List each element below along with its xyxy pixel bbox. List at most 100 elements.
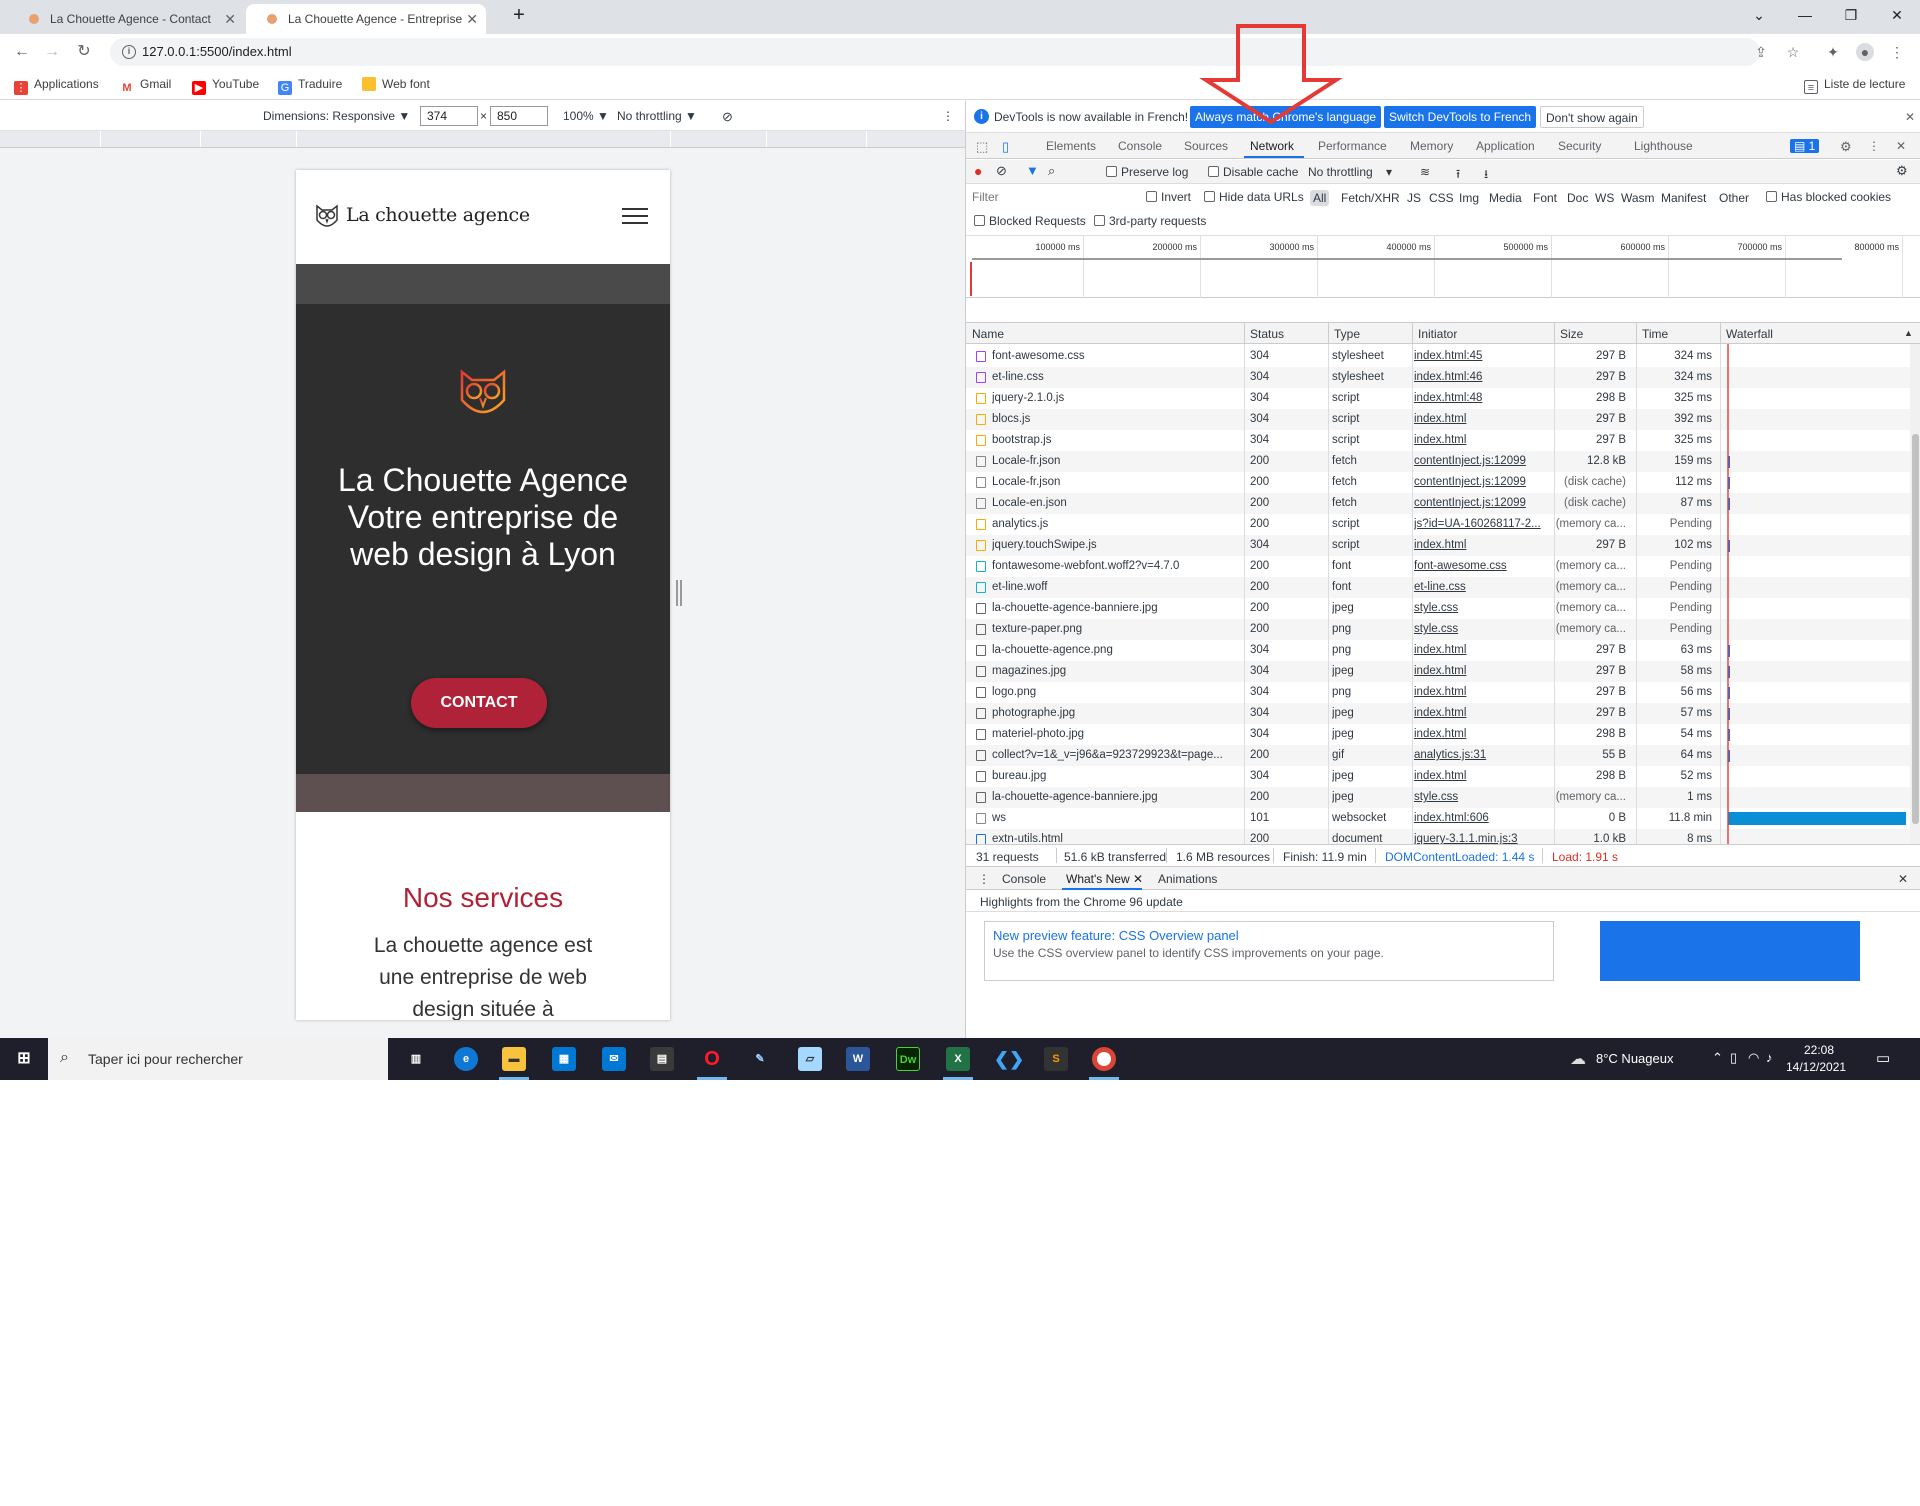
filter-type-fetch-xhr[interactable]: Fetch/XHR (1338, 190, 1403, 206)
dont-show-again-button[interactable]: Don't show again (1540, 106, 1644, 128)
site-info-icon[interactable]: i (122, 45, 136, 59)
devtools-menu-icon[interactable]: ⋮ (1868, 139, 1880, 153)
table-row[interactable]: Locale-fr.json 200 fetch contentInject.js:1… (966, 451, 1910, 472)
hide-data-urls-checkbox[interactable]: Hide data URLs (1204, 190, 1304, 204)
app-icon[interactable]: ✎ (748, 1047, 772, 1071)
mail-icon[interactable]: ✉ (602, 1047, 626, 1071)
always-match-language-button[interactable]: Always match Chrome's language (1190, 106, 1382, 128)
table-row[interactable]: et-line.woff 200 font et-line.css (memory ca… (966, 577, 1910, 598)
table-row[interactable]: jquery.touchSwipe.js 304 script index.html 2… (966, 535, 1910, 556)
column-type[interactable]: Type (1334, 327, 1360, 341)
table-row[interactable]: la-chouette-agence-banniere.jpg 200 jpeg st… (966, 787, 1910, 808)
export-har-icon[interactable]: ⭳ (1484, 165, 1488, 186)
tab-lighthouse[interactable]: Lighthouse (1634, 139, 1693, 153)
bookmark-youtube[interactable]: ▶ YouTube (192, 77, 259, 95)
cell-initiator[interactable]: jquery-3.1.1.min.js:3 (1414, 833, 1548, 844)
filter-type-other[interactable]: Other (1716, 190, 1752, 206)
close-devtools-icon[interactable]: ✕ (1896, 139, 1906, 153)
cell-initiator[interactable]: index.html:45 (1414, 350, 1548, 362)
viewport-resize-handle[interactable] (676, 580, 682, 606)
tab-security[interactable]: Security (1558, 139, 1601, 153)
sublime-text-icon[interactable]: S (1044, 1047, 1068, 1071)
network-throttling-dropdown[interactable]: No throttling ▾ (1308, 165, 1392, 179)
url-text[interactable]: 127.0.0.1:5500/index.html (142, 44, 292, 59)
table-row[interactable]: analytics.js 200 script js?id=UA-160268117-… (966, 514, 1910, 535)
address-bar[interactable]: i 127.0.0.1:5500/index.html (110, 38, 1760, 66)
close-drawer-icon[interactable]: ✕ (1898, 872, 1908, 886)
tab-console[interactable]: Console (1118, 139, 1162, 153)
opera-icon[interactable]: O (700, 1047, 724, 1071)
forward-arrow-icon[interactable]: → (40, 40, 64, 64)
taskbar-search-box[interactable]: ⌕ Taper ici pour rechercher (48, 1038, 388, 1080)
cell-initiator[interactable]: contentInject.js:12099 (1414, 476, 1548, 488)
table-row[interactable]: collect?v=1&_v=j96&a=923729923&t=page...… (966, 745, 1910, 766)
owl-logo-icon[interactable] (312, 200, 342, 232)
bookmark-applications[interactable]: ⋮ Applications (14, 77, 99, 95)
tray-expand-icon[interactable]: ⌃ (1712, 1050, 1723, 1066)
table-row[interactable]: bureau.jpg 304 jpeg index.html 298 B 52 ms (966, 766, 1910, 787)
filter-type-img[interactable]: Img (1456, 190, 1482, 206)
filter-type-doc[interactable]: Doc (1564, 190, 1591, 206)
file-explorer-icon[interactable]: ▬ (502, 1047, 526, 1071)
table-row[interactable]: Locale-fr.json 200 fetch contentInject.js:1… (966, 472, 1910, 493)
back-arrow-icon[interactable]: ← (10, 40, 34, 64)
network-conditions-icon[interactable]: ≋ (1420, 165, 1430, 179)
filter-type-css[interactable]: CSS (1426, 190, 1457, 206)
clock-date[interactable]: 14/12/2021 (1786, 1060, 1846, 1074)
table-row[interactable]: ws 101 websocket index.html:606 0 B 11.8 min (966, 808, 1910, 829)
table-row[interactable]: la-chouette-agence-banniere.jpg 200 jpeg st… (966, 598, 1910, 619)
table-row[interactable]: font-awesome.css 304 stylesheet index.html:… (966, 346, 1910, 367)
wifi-icon[interactable]: ◠ (1748, 1050, 1759, 1066)
contact-button[interactable]: CONTACT (411, 678, 547, 728)
bookmark-star-icon[interactable]: ☆ (1784, 43, 1802, 61)
bookmark-web-font[interactable]: Web font (362, 77, 430, 91)
disable-cache-checkbox[interactable]: Disable cache (1208, 165, 1298, 179)
column-name[interactable]: Name (972, 327, 1004, 341)
tab-performance[interactable]: Performance (1318, 139, 1387, 153)
table-row[interactable]: Locale-en.json 200 fetch contentInject.js:1… (966, 493, 1910, 514)
share-icon[interactable]: ⇪ (1752, 43, 1770, 61)
preserve-log-checkbox[interactable]: Preserve log (1106, 165, 1188, 179)
weather-text[interactable]: 8°C Nuageux (1596, 1051, 1673, 1066)
browser-tab-contact[interactable]: La Chouette Agence - Contact ✕ (8, 4, 244, 34)
sort-ascending-icon[interactable]: ▲ (1904, 328, 1913, 338)
bookmark-traduire[interactable]: G Traduire (278, 77, 342, 95)
excel-icon[interactable]: X (946, 1047, 970, 1071)
tab-memory[interactable]: Memory (1410, 139, 1453, 153)
cell-initiator[interactable]: font-awesome.css (1414, 560, 1548, 572)
table-row[interactable]: materiel-photo.jpg 304 jpeg index.html 298 B… (966, 724, 1910, 745)
cell-initiator[interactable]: index.html (1414, 770, 1548, 782)
cell-initiator[interactable]: style.css (1414, 602, 1548, 614)
taskbar-search-placeholder[interactable]: Taper ici pour rechercher (88, 1051, 243, 1067)
table-row[interactable]: texture-paper.png 200 png style.css (memory … (966, 619, 1910, 640)
close-whats-new-icon[interactable]: ✕ (1133, 872, 1143, 886)
has-blocked-cookies-checkbox[interactable]: Has blocked cookies (1766, 190, 1891, 204)
dimensions-dropdown[interactable]: Dimensions: Responsive ▼ (263, 109, 410, 123)
switch-to-french-button[interactable]: Switch DevTools to French (1384, 106, 1537, 128)
requests-scrollbar[interactable] (1910, 344, 1920, 844)
import-har-icon[interactable]: ⭱ (1456, 165, 1460, 186)
clear-icon[interactable]: ⊘ (996, 163, 1007, 179)
browser-tab-entreprise[interactable]: La Chouette Agence - Entreprise ✕ (246, 4, 486, 34)
tab-sources[interactable]: Sources (1184, 139, 1228, 153)
menu-kebab-icon[interactable]: ⋮ (1888, 43, 1906, 61)
device-icon[interactable]: ▯ (1730, 1050, 1737, 1066)
profile-avatar-icon[interactable]: ● (1856, 43, 1874, 61)
settings-gear-icon[interactable]: ⚙ (1840, 139, 1852, 155)
issues-badge[interactable]: ▤ 1 (1790, 139, 1820, 153)
vscode-icon[interactable]: ❮❯ (994, 1047, 1024, 1071)
table-row[interactable]: la-chouette-agence.png 304 png index.html 29… (966, 640, 1910, 661)
store-icon[interactable]: ▦ (552, 1047, 576, 1071)
filter-type-font[interactable]: Font (1530, 190, 1560, 206)
cell-initiator[interactable]: index.html:46 (1414, 371, 1548, 383)
drawer-menu-icon[interactable]: ⋮ (978, 872, 990, 886)
tab-application[interactable]: Application (1476, 139, 1535, 153)
word-icon[interactable]: W (846, 1047, 870, 1071)
close-tab-icon[interactable]: ✕ (466, 4, 478, 34)
cell-initiator[interactable]: index.html (1414, 686, 1548, 698)
task-view-icon[interactable]: ▥ (404, 1047, 428, 1071)
tab-search-button[interactable]: ⌄ (1736, 0, 1782, 32)
close-infobar-icon[interactable]: ✕ (1900, 106, 1920, 128)
drawer-tab-animations[interactable]: Animations (1158, 872, 1217, 886)
cell-initiator[interactable]: index.html (1414, 728, 1548, 740)
